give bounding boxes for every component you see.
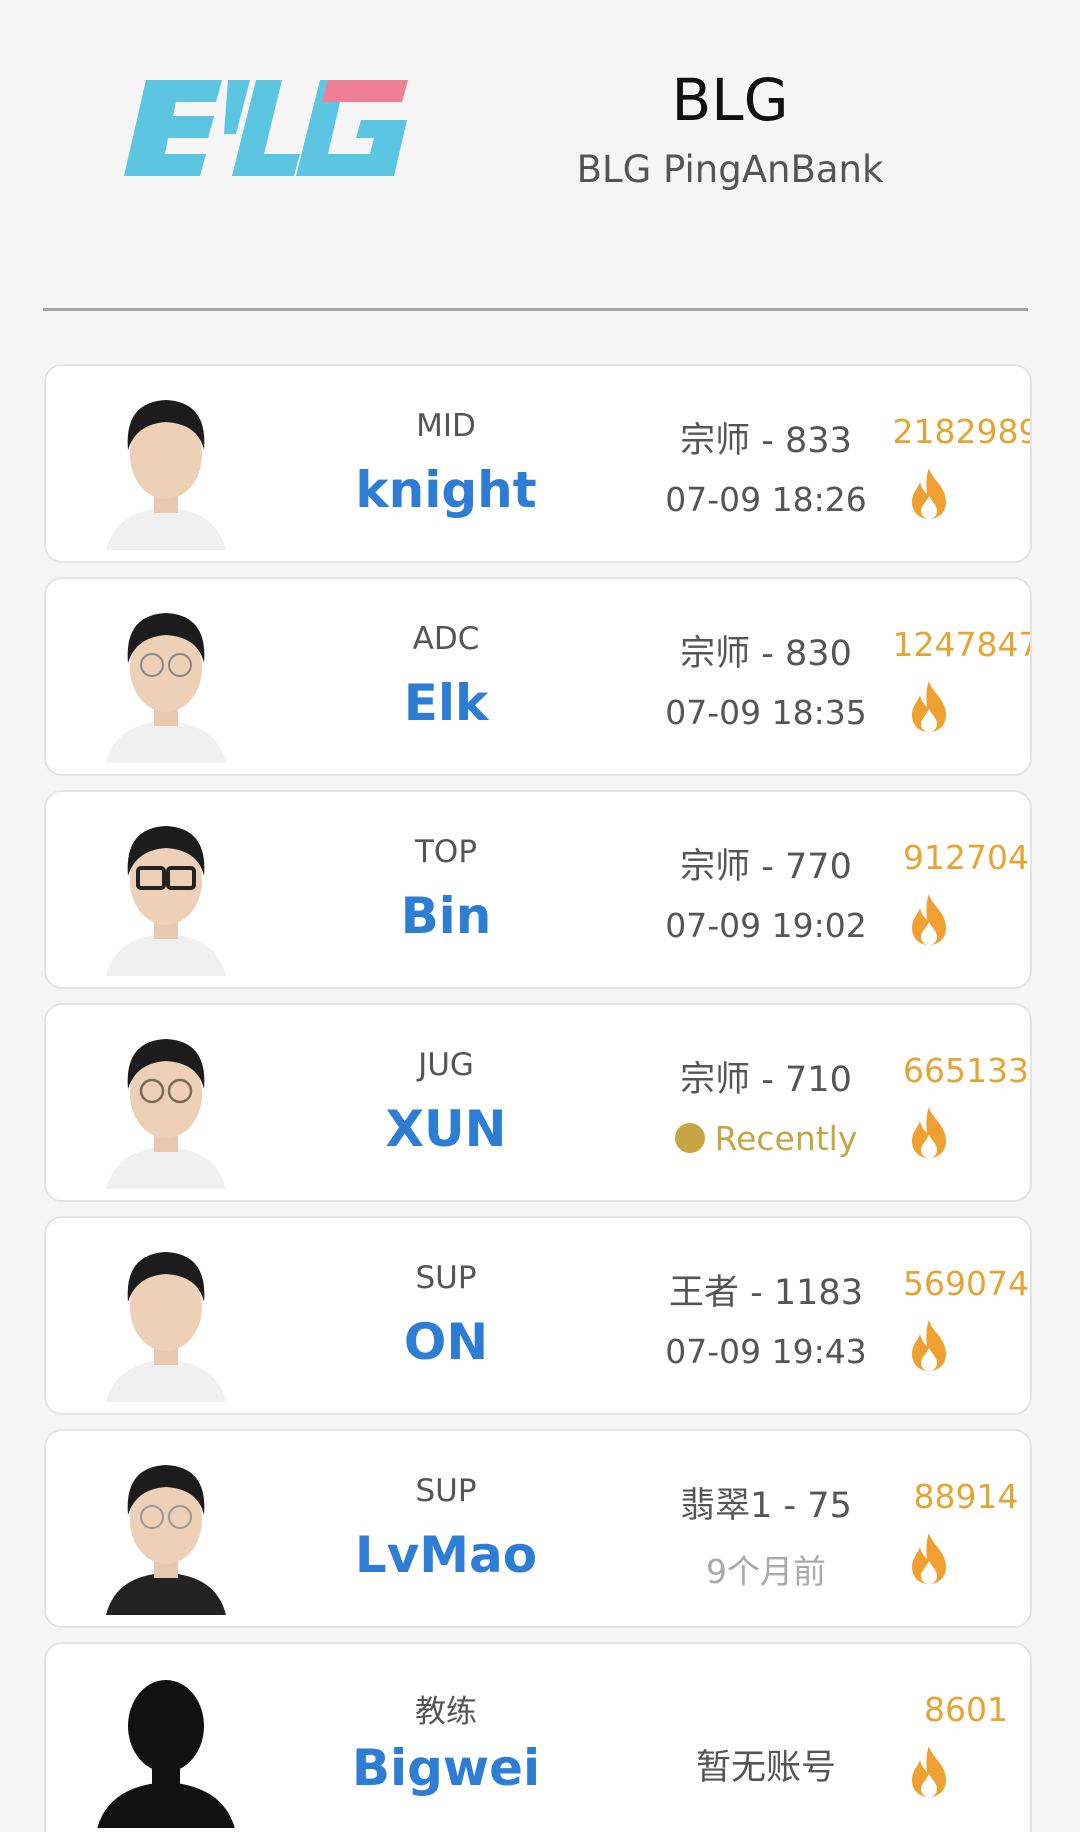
popularity-score: 569074 <box>903 1264 1029 1303</box>
fire-icon <box>912 1746 946 1797</box>
player-role: MID <box>416 408 476 444</box>
online-status-dot <box>674 1123 705 1153</box>
popularity-score: 1247847 <box>892 625 1032 664</box>
player-role: 教练 <box>415 1694 477 1730</box>
last-seen: 9个月前 <box>706 1552 826 1591</box>
fire-icon <box>912 468 946 519</box>
player-card[interactable]: SUP ON 王者 - 1183 07-09 19:43 569074 <box>44 1216 1032 1415</box>
last-seen: 07-09 19:43 <box>665 1332 867 1371</box>
player-card[interactable]: JUG XUN 宗师 - 710 Recently 665133 <box>44 1003 1032 1202</box>
popularity-score: 8601 <box>924 1690 1008 1729</box>
last-seen: Recently <box>616 1119 916 1158</box>
player-name[interactable]: Bin <box>296 887 596 945</box>
player-avatar <box>106 1252 226 1402</box>
player-name[interactable]: knight <box>296 461 596 519</box>
silhouette-avatar-icon <box>97 1680 235 1828</box>
player-name[interactable]: XUN <box>296 1100 596 1158</box>
player-card[interactable]: MID knight 宗师 - 833 07-09 18:26 2182989 <box>44 364 1032 563</box>
player-rank: 暂无账号 <box>695 1748 836 1788</box>
player-avatar <box>106 826 226 976</box>
popularity-score: 912704 <box>903 838 1029 877</box>
player-avatar <box>106 1039 226 1189</box>
fire-icon <box>912 894 946 945</box>
header-divider <box>43 308 1028 311</box>
player-role: TOP <box>414 834 478 870</box>
last-seen: 07-09 18:26 <box>665 480 867 519</box>
player-name[interactable]: ON <box>296 1313 596 1371</box>
popularity-score: 88914 <box>913 1477 1019 1516</box>
player-name[interactable]: Elk <box>296 674 596 732</box>
player-card[interactable]: SUP LvMao 翡翠1 - 75 9个月前 88914 <box>44 1429 1032 1628</box>
team-short-name: BLG <box>671 66 789 134</box>
player-card[interactable]: 教练 Bigwei 暂无账号 8601 <box>44 1642 1032 1832</box>
player-role: ADC <box>412 621 480 657</box>
team-full-name: BLG PingAnBank <box>576 148 884 191</box>
popularity-score: 665133 <box>903 1051 1029 1090</box>
player-role: SUP <box>415 1473 477 1509</box>
popularity-score: 2182989 <box>892 412 1032 451</box>
fire-icon <box>912 1320 946 1371</box>
player-role: JUG <box>418 1047 474 1083</box>
fire-icon <box>912 681 946 732</box>
player-avatar <box>106 400 226 550</box>
last-seen: 07-09 19:02 <box>665 906 867 945</box>
player-avatar <box>106 613 226 763</box>
player-role: SUP <box>415 1260 477 1296</box>
player-list: MID knight 宗师 - 833 07-09 18:26 2182989 … <box>44 364 1032 1832</box>
fire-icon <box>912 1107 946 1158</box>
last-seen: 07-09 18:35 <box>665 693 867 732</box>
player-card[interactable]: TOP Bin 宗师 - 770 07-09 19:02 912704 <box>44 790 1032 989</box>
player-name[interactable]: LvMao <box>296 1526 596 1584</box>
last-seen-text: Recently <box>714 1119 858 1158</box>
team-header: BLG BLG PingAnBank <box>0 0 1080 310</box>
player-name[interactable]: Bigwei <box>296 1739 596 1797</box>
player-card[interactable]: ADC Elk 宗师 - 830 07-09 18:35 1247847 <box>44 577 1032 776</box>
fire-icon <box>912 1533 946 1584</box>
player-avatar <box>106 1465 226 1615</box>
blg-logo <box>124 80 408 176</box>
